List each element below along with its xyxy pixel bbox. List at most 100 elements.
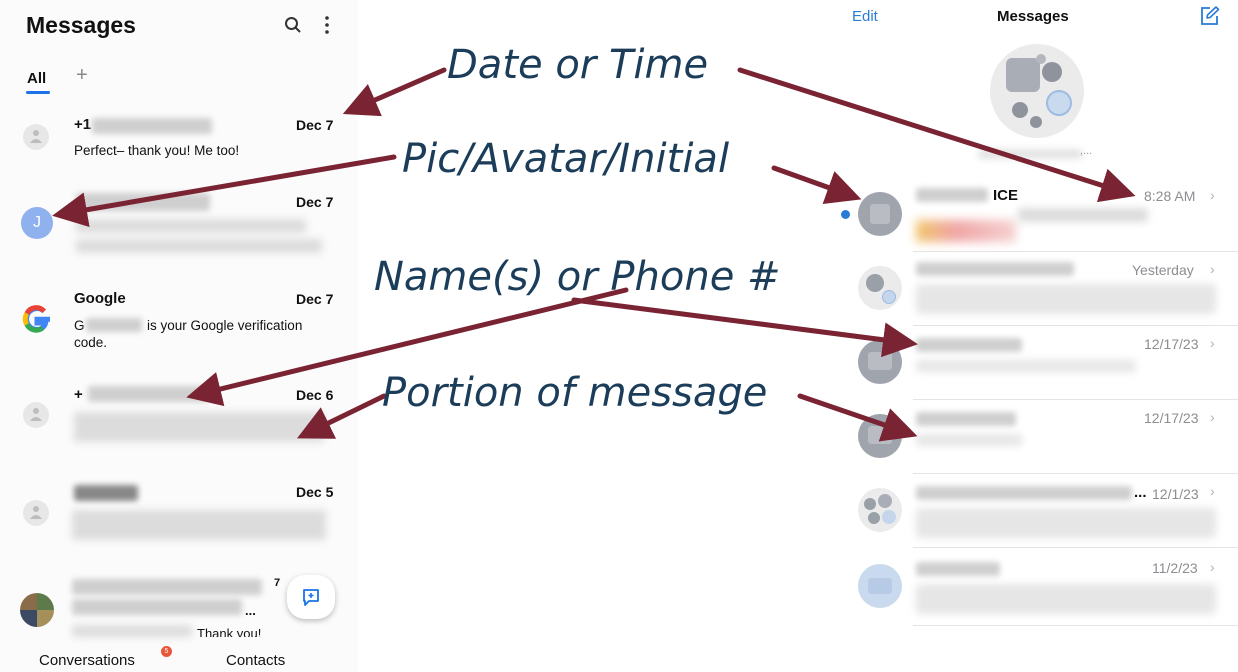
message-time: 11/2/23 <box>1152 560 1198 576</box>
annotation-date-or-time: Date or Time <box>447 42 709 88</box>
message-preview: is your Google verification <box>147 318 303 333</box>
chevron-right-icon: › <box>1210 559 1215 575</box>
redacted-preview <box>1018 208 1148 222</box>
group-name-ellipsis: ,... <box>1080 145 1093 157</box>
message-preview: Perfect– thank you! Me too! <box>74 143 240 158</box>
nav-conversations[interactable]: Conversations <box>39 652 135 669</box>
redacted-group-name <box>978 150 1082 158</box>
contact-name-suffix: ICE <box>993 187 1019 204</box>
group-member-avatar <box>1042 62 1062 82</box>
unread-count: 7 <box>274 577 281 589</box>
conversation-row[interactable]: 12/17/23 › <box>838 326 1238 398</box>
compose-icon[interactable] <box>1198 5 1220 27</box>
group-member-avatar <box>1006 58 1040 92</box>
redacted-preview <box>916 508 1216 538</box>
redacted-preview <box>76 219 306 233</box>
redacted-preview <box>72 599 242 615</box>
annotation-avatar: Pic/Avatar/Initial <box>402 136 730 182</box>
chevron-right-icon: › <box>1210 187 1215 203</box>
android-messages-panel: Messages All + +1 Dec 7 Perfect– thank y… <box>0 0 358 672</box>
contact-name: +1 <box>74 116 92 133</box>
avatar <box>23 402 49 428</box>
chevron-right-icon: › <box>1210 409 1215 425</box>
redacted-preview <box>916 220 1016 242</box>
message-date: Dec 6 <box>296 387 334 403</box>
redacted-preview <box>76 239 322 253</box>
message-date: Dec 7 <box>296 117 334 133</box>
redacted-code <box>86 318 142 332</box>
add-tab-button[interactable]: + <box>76 64 88 87</box>
message-time: Yesterday <box>1132 262 1194 278</box>
name-ellipsis: ... <box>1134 484 1147 501</box>
redacted-name <box>72 579 262 595</box>
avatar <box>858 414 902 458</box>
redacted-name <box>916 412 1016 426</box>
page-title: Messages <box>997 8 1069 25</box>
redacted-name <box>916 562 1000 576</box>
annotation-names: Name(s) or Phone # <box>374 254 781 300</box>
message-preview-prefix: G <box>74 318 85 333</box>
redacted-preview <box>916 434 1022 446</box>
group-member-avatar <box>1036 54 1046 64</box>
conversation-item[interactable]: Google Dec 7 G is your Google verificati… <box>0 282 358 357</box>
redacted-phone <box>92 118 212 134</box>
redacted-preview <box>74 412 324 442</box>
message-preview-line2: code. <box>74 335 108 350</box>
redacted-preview <box>916 360 1136 372</box>
new-chat-icon <box>303 589 319 606</box>
message-date: Dec 7 <box>296 291 334 307</box>
conversations-badge: 5 <box>161 646 172 657</box>
message-date: Dec 5 <box>296 484 334 500</box>
unread-indicator <box>841 210 850 219</box>
conversation-row[interactable]: ICE 8:28 AM › <box>838 178 1238 250</box>
message-date: Dec 7 <box>296 194 334 210</box>
conversation-row[interactable]: Yesterday › <box>838 252 1238 324</box>
message-preview: Thank you! <box>197 626 262 637</box>
message-time: 12/17/23 <box>1144 410 1199 426</box>
group-member-avatar <box>1030 116 1042 128</box>
redacted-preview <box>72 510 326 540</box>
conversation-item[interactable]: +1 Dec 7 Perfect– thank you! Me too! <box>0 110 358 170</box>
conversation-item[interactable]: 7 ... Thank you! <box>0 575 290 640</box>
group-member-avatar <box>1012 102 1028 118</box>
tab-all[interactable]: All <box>27 70 46 87</box>
tab-indicator <box>26 91 50 94</box>
conversation-row[interactable]: ... 12/1/23 › <box>838 474 1238 546</box>
group-avatar <box>858 266 902 310</box>
redacted-phone <box>88 386 208 402</box>
conversation-item[interactable]: J Dec 7 <box>0 185 358 265</box>
conversation-row[interactable]: 12/17/23 › <box>838 400 1238 472</box>
avatar <box>23 124 49 150</box>
avatar-initial: J <box>21 207 53 239</box>
contact-name: + <box>74 386 83 403</box>
avatar <box>23 500 49 526</box>
avatar <box>858 192 902 236</box>
preview-ellipsis: ... <box>245 603 256 618</box>
avatar <box>858 564 902 608</box>
group-member-avatar <box>1046 90 1072 116</box>
redacted-name <box>916 262 1074 276</box>
redacted-name <box>74 485 138 501</box>
arrow-date-left <box>342 67 447 117</box>
redacted-name <box>916 188 988 202</box>
redacted-preview <box>72 625 192 637</box>
chevron-right-icon: › <box>1210 483 1215 499</box>
new-chat-button[interactable] <box>287 575 335 619</box>
chevron-right-icon: › <box>1210 335 1215 351</box>
annotation-portion: Portion of message <box>382 370 768 416</box>
contact-name: Google <box>74 290 126 307</box>
pinned-group-avatar[interactable] <box>990 44 1084 138</box>
search-icon[interactable] <box>284 16 302 34</box>
more-options-icon[interactable] <box>320 14 334 36</box>
edit-button[interactable]: Edit <box>852 8 878 25</box>
conversation-item[interactable]: Dec 5 <box>0 478 358 553</box>
nav-contacts[interactable]: Contacts <box>226 652 285 669</box>
conversation-item[interactable]: + Dec 6 <box>0 380 358 455</box>
page-title: Messages <box>26 12 136 38</box>
message-time: 12/1/23 <box>1152 486 1199 502</box>
avatar-photo <box>20 593 54 627</box>
group-avatar <box>858 488 902 532</box>
conversation-row[interactable]: 11/2/23 › <box>838 548 1238 624</box>
redacted-preview <box>916 284 1216 314</box>
message-time: 12/17/23 <box>1144 336 1199 352</box>
